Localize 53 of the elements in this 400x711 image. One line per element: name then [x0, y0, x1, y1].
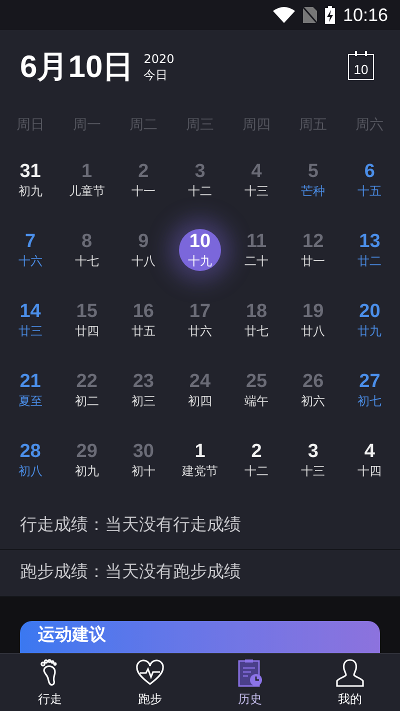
calendar-day[interactable]: 22 初二 — [66, 366, 108, 412]
calendar-day[interactable]: 20 廿九 — [348, 296, 391, 342]
calendar-day[interactable]: 15 廿四 — [66, 296, 108, 342]
calendar-day[interactable]: 18 廿七 — [236, 296, 278, 342]
person-icon — [335, 658, 365, 688]
calendar-day[interactable]: 31 初九 — [9, 156, 52, 202]
calendar-day[interactable]: 2 十一 — [122, 156, 164, 202]
advice-card[interactable]: 运动建议 — [20, 620, 380, 653]
calendar-day[interactable]: 1 建党节 — [178, 436, 221, 482]
calendar-day[interactable]: 12 廿一 — [292, 226, 334, 272]
calendar-day[interactable]: 10 十九 — [178, 228, 221, 270]
battery-charging-icon — [324, 6, 335, 24]
calendar-day[interactable]: 3 十三 — [292, 436, 334, 482]
calendar-day[interactable]: 30 初十 — [122, 436, 164, 482]
heartbeat-icon — [135, 658, 165, 688]
calendar-day[interactable]: 8 十七 — [66, 226, 108, 272]
calendar-day[interactable]: 24 初四 — [178, 366, 221, 412]
calendar-day[interactable]: 13 廿二 — [348, 226, 391, 272]
calendar-day[interactable]: 2 十二 — [236, 436, 278, 482]
wifi-icon — [272, 7, 295, 23]
calendar-day[interactable]: 25 端午 — [236, 366, 278, 412]
calendar-day[interactable]: 26 初六 — [292, 366, 334, 412]
advice-title: 运动建议 — [38, 624, 106, 644]
calendar-day[interactable]: 1 儿童节 — [66, 156, 108, 202]
calendar-today-button[interactable]: 10 — [348, 54, 374, 80]
calendar-day[interactable]: 3 十二 — [178, 156, 221, 202]
nav-tab[interactable]: 行走 — [0, 654, 100, 711]
calendar-day[interactable]: 6 十五 — [348, 156, 391, 202]
today-label: 今日 — [144, 67, 169, 84]
result-text: 行走成绩：当天没有行走成绩 — [20, 514, 241, 537]
calendar-day[interactable]: 23 初三 — [122, 366, 164, 412]
result-text: 跑步成绩：当天没有跑步成绩 — [20, 560, 241, 584]
no-sim-icon — [302, 7, 317, 23]
calendar-day[interactable]: 16 廿五 — [122, 296, 164, 342]
status-time: 10:16 — [342, 4, 388, 26]
year-label: 2020 — [144, 51, 174, 68]
calendar-day[interactable]: 29 初九 — [66, 436, 108, 482]
calendar-day[interactable]: 5 芒种 — [292, 156, 334, 202]
calendar-day[interactable]: 19 廿八 — [292, 296, 334, 342]
calendar-day[interactable]: 21 夏至 — [9, 366, 52, 412]
calendar-day[interactable]: 11 二十 — [236, 226, 278, 272]
calendar-day[interactable]: 17 廿六 — [178, 296, 221, 342]
calendar-day[interactable]: 28 初八 — [9, 436, 52, 482]
calendar-day[interactable]: 4 十四 — [348, 436, 391, 482]
calendar-day[interactable]: 7 十六 — [9, 226, 52, 272]
nav-tab[interactable]: 历史 — [200, 654, 300, 711]
calendar-day[interactable]: 9 十八 — [122, 226, 164, 272]
calendar-day[interactable]: 14 廿三 — [9, 296, 52, 342]
calendar-day[interactable]: 27 初七 — [348, 366, 391, 412]
current-date: 6月10日 — [20, 48, 134, 86]
nav-tab[interactable]: 跑步 — [100, 654, 200, 711]
nav-tab[interactable]: 我的 — [300, 654, 400, 711]
calendar-day[interactable]: 4 十三 — [236, 156, 278, 202]
